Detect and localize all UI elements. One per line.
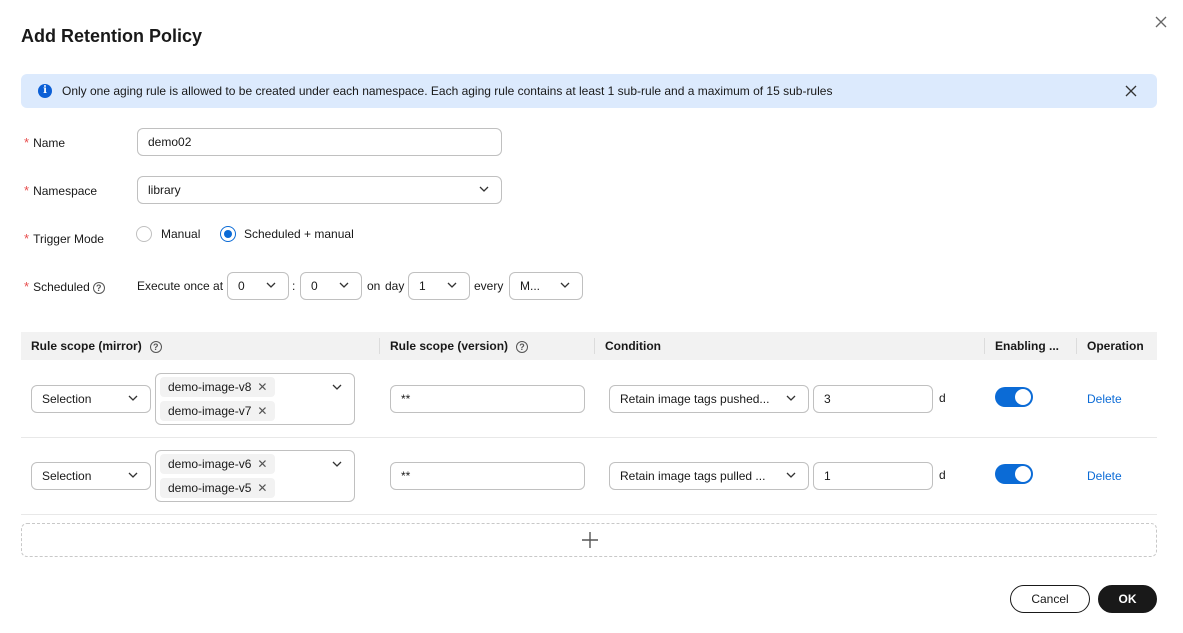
remove-tag-icon[interactable]: ✕: [257, 478, 267, 498]
namespace-value: library: [148, 183, 181, 197]
required-marker: *: [24, 231, 30, 246]
image-tag: demo-image-v5 ✕: [160, 478, 276, 498]
condition-value: Retain image tags pushed...: [620, 392, 770, 406]
image-tag: demo-image-v7 ✕: [160, 401, 276, 421]
column-divider: [984, 338, 985, 354]
namespace-select[interactable]: library: [137, 176, 502, 204]
scope-select[interactable]: Selection: [31, 385, 151, 413]
chevron-down-icon: [339, 282, 349, 288]
on-text: on: [367, 279, 381, 293]
image-tag: demo-image-v8 ✕: [160, 377, 276, 397]
th-enabling: Enabling ...: [995, 339, 1060, 353]
remove-tag-icon[interactable]: ✕: [257, 401, 267, 421]
period-value: M...: [520, 279, 540, 293]
radio-manual-label: Manual: [161, 227, 201, 241]
count-input[interactable]: 1: [813, 462, 933, 490]
condition-select[interactable]: Retain image tags pulled ...: [609, 462, 809, 490]
chevron-down-icon: [332, 384, 342, 390]
name-input[interactable]: demo02: [137, 128, 502, 156]
th-operation: Operation: [1087, 339, 1144, 353]
th-scope-mirror: Rule scope (mirror)?: [31, 339, 162, 353]
unit-label: d: [939, 468, 946, 482]
chevron-down-icon: [128, 395, 138, 401]
help-icon[interactable]: ?: [92, 281, 105, 294]
unit-label: d: [939, 391, 946, 405]
namespace-label: * Namespace: [24, 183, 98, 198]
enable-toggle[interactable]: [995, 387, 1033, 407]
alert-close-icon[interactable]: [1125, 85, 1137, 97]
minute-select[interactable]: 0: [300, 272, 362, 300]
hour-value: 0: [238, 279, 245, 293]
th-scope-version: Rule scope (version)?: [390, 339, 529, 353]
radio-scheduled-manual-label: Scheduled + manual: [244, 227, 354, 241]
row-divider: [21, 514, 1157, 515]
radio-scheduled-manual[interactable]: [220, 226, 236, 242]
chevron-down-icon: [332, 461, 342, 467]
rules-table-header: Rule scope (mirror)? Rule scope (version…: [21, 332, 1157, 360]
scope-select-value: Selection: [42, 392, 92, 406]
chevron-down-icon: [479, 186, 489, 192]
close-icon[interactable]: [1154, 15, 1168, 29]
chevron-down-icon: [128, 472, 138, 478]
column-divider: [1076, 338, 1077, 354]
column-divider: [594, 338, 595, 354]
help-icon[interactable]: ?: [149, 340, 162, 353]
radio-manual[interactable]: [136, 226, 152, 242]
dialog-title: Add Retention Policy: [21, 26, 203, 46]
version-input[interactable]: **: [390, 462, 585, 490]
version-input[interactable]: **: [390, 385, 585, 413]
chevron-down-icon: [447, 282, 457, 288]
scope-select-value: Selection: [42, 469, 92, 483]
hour-select[interactable]: 0: [227, 272, 289, 300]
ok-button[interactable]: OK: [1098, 585, 1157, 613]
day-select[interactable]: 1: [408, 272, 470, 300]
required-marker: *: [24, 279, 30, 294]
th-condition: Condition: [605, 339, 661, 353]
help-icon[interactable]: ?: [516, 340, 529, 353]
info-alert: i Only one aging rule is allowed to be c…: [21, 74, 1157, 108]
scope-select[interactable]: Selection: [31, 462, 151, 490]
chevron-down-icon: [786, 472, 796, 478]
condition-value: Retain image tags pulled ...: [620, 469, 766, 483]
minute-value: 0: [311, 279, 318, 293]
every-text: every: [474, 279, 504, 293]
add-rule-button[interactable]: [21, 523, 1157, 557]
schedule-prefix: Execute once at: [137, 279, 224, 293]
delete-link[interactable]: Delete: [1087, 392, 1122, 406]
day-text: day: [385, 279, 405, 293]
name-label: * Name: [24, 135, 66, 150]
image-tag: demo-image-v6 ✕: [160, 454, 276, 474]
remove-tag-icon[interactable]: ✕: [257, 454, 267, 474]
image-multi-select[interactable]: demo-image-v8 ✕ demo-image-v7 ✕: [155, 373, 355, 425]
image-multi-select[interactable]: demo-image-v6 ✕ demo-image-v5 ✕: [155, 450, 355, 502]
chevron-down-icon: [560, 282, 570, 288]
chevron-down-icon: [786, 395, 796, 401]
alert-text: Only one aging rule is allowed to be cre…: [62, 84, 833, 98]
column-divider: [379, 338, 380, 354]
info-icon: i: [38, 84, 52, 98]
cancel-button[interactable]: Cancel: [1010, 585, 1090, 613]
count-input[interactable]: 3: [813, 385, 933, 413]
row-divider: [21, 437, 1157, 438]
scheduled-label: * Scheduled?: [24, 279, 105, 294]
period-select[interactable]: M...: [509, 272, 583, 300]
delete-link[interactable]: Delete: [1087, 469, 1122, 483]
plus-icon: [582, 532, 598, 548]
chevron-down-icon: [266, 282, 276, 288]
trigger-mode-label: * Trigger Mode: [24, 231, 104, 246]
enable-toggle[interactable]: [995, 464, 1033, 484]
condition-select[interactable]: Retain image tags pushed...: [609, 385, 809, 413]
day-value: 1: [419, 279, 426, 293]
time-colon: :: [292, 279, 296, 293]
required-marker: *: [24, 183, 30, 198]
remove-tag-icon[interactable]: ✕: [257, 377, 267, 397]
required-marker: *: [24, 135, 30, 150]
